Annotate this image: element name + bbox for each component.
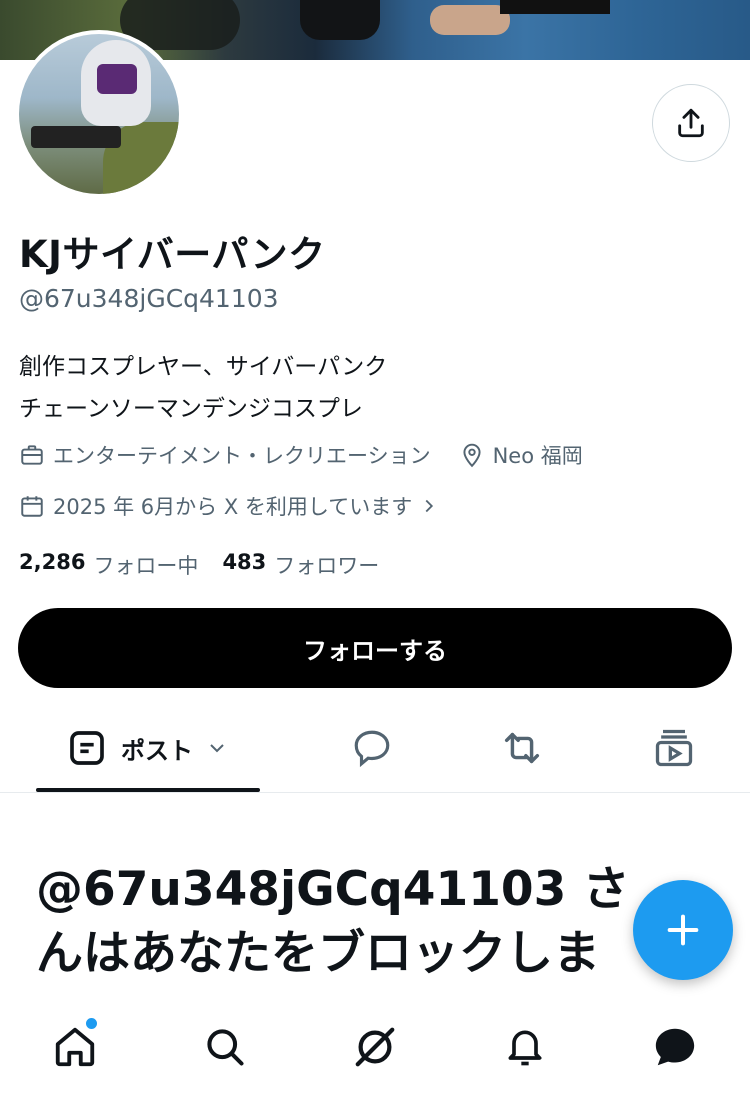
following-count: 2,286 [19, 550, 86, 574]
search-icon [207, 1029, 244, 1066]
compose-button[interactable] [633, 880, 733, 980]
tab-replies[interactable] [330, 704, 414, 792]
nav-notifications[interactable] [501, 1023, 549, 1071]
message-icon [655, 1028, 695, 1066]
nav-grok[interactable] [351, 1023, 399, 1071]
bell-icon [508, 1030, 542, 1066]
follow-button[interactable]: フォローする [18, 608, 732, 688]
joined-date[interactable]: 2025 年 6月から X を利用しています [19, 491, 448, 521]
following-link[interactable]: 2,286 フォロー中 [19, 550, 198, 580]
tab-media[interactable] [632, 704, 716, 792]
avatar[interactable] [15, 30, 183, 198]
bio-line: チェーンソーマンデンジコスプレ [19, 396, 363, 422]
profile-category: エンターテイメント・レクリエーション [19, 440, 431, 470]
user-handle: @67u348jGCq41103 [19, 284, 279, 313]
profile-meta: エンターテイメント・レクリエーション Neo 福岡 [19, 440, 583, 470]
share-button[interactable] [652, 84, 730, 162]
category-text: エンターテイメント・レクリエーション [53, 444, 431, 468]
banner-figure [300, 0, 380, 40]
plus-icon [667, 914, 699, 946]
follow-stats: 2,286 フォロー中 483 フォロワー [19, 550, 403, 580]
location-pin-icon [463, 443, 481, 468]
nav-search[interactable] [201, 1023, 249, 1071]
followers-count: 483 [222, 550, 267, 574]
profile-bio: 創作コスプレヤー、サイバーパンク チェーンソーマンデンジコスプレ [19, 346, 387, 430]
joined-text: 2025 年 6月から X を利用しています [53, 495, 413, 519]
followers-link[interactable]: 483 フォロワー [222, 550, 379, 580]
bio-line: 創作コスプレヤー、サイバーパンク [19, 354, 388, 380]
calendar-icon [21, 496, 43, 517]
profile-location: Neo 福岡 [459, 440, 583, 470]
home-notification-dot [84, 1016, 99, 1031]
avatar-image [19, 34, 179, 194]
tab-reposts[interactable] [480, 704, 564, 792]
bottom-nav [0, 1005, 750, 1096]
active-tab-indicator [36, 788, 260, 792]
location-text: Neo 福岡 [492, 444, 583, 468]
banner-figure [500, 0, 610, 14]
repost-icon [504, 732, 540, 764]
profile-tabs: ポスト [0, 704, 750, 793]
chevron-right-icon [425, 499, 434, 513]
display-name: KJサイバーパンク [19, 233, 326, 276]
following-label: フォロー中 [93, 554, 199, 578]
nav-messages[interactable] [651, 1023, 699, 1071]
video-icon [655, 729, 693, 767]
speech-bubble-icon [354, 730, 390, 768]
banner-figure [430, 5, 510, 35]
grok-icon [355, 1027, 395, 1067]
tab-posts[interactable]: ポスト [36, 704, 260, 792]
briefcase-icon [21, 445, 43, 465]
chevron-down-icon[interactable] [205, 736, 229, 760]
share-icon [678, 108, 704, 138]
followers-label: フォロワー [274, 554, 380, 578]
tab-posts-label: ポスト [121, 736, 193, 765]
posts-icon [70, 731, 104, 765]
